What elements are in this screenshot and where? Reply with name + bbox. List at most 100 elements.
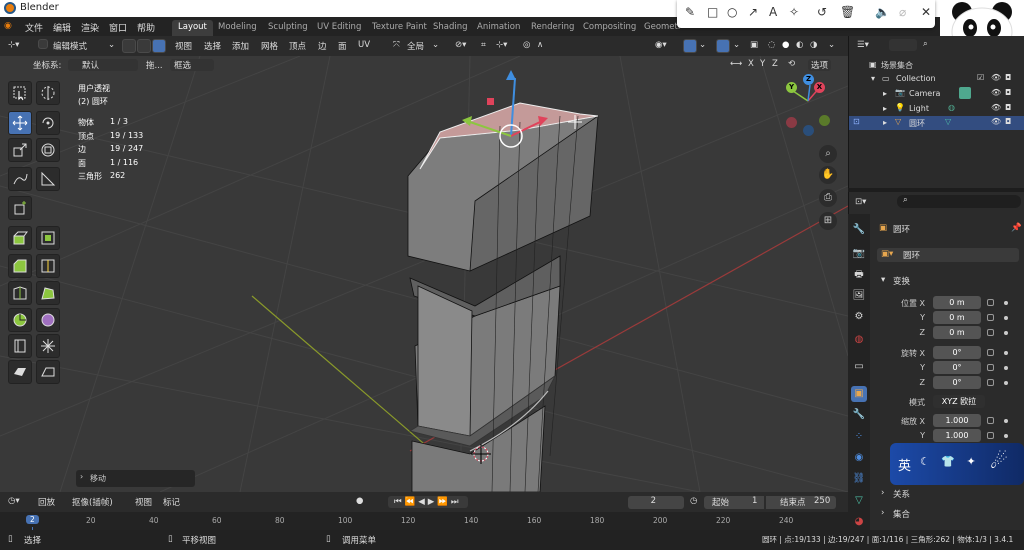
eye-icon[interactable]: 👁	[991, 117, 1001, 126]
transform-tool-icon[interactable]	[36, 138, 60, 162]
editor-type-icon[interactable]: ⊹▾	[8, 40, 19, 50]
modifier-tab-icon[interactable]: 🔧	[851, 407, 867, 423]
z-axis-ball[interactable]: Z	[803, 74, 814, 85]
disclosure-icon[interactable]: ▸	[883, 104, 887, 113]
collections-section-label[interactable]: 集合	[893, 508, 910, 520]
collections-chevron-icon[interactable]: ›	[881, 508, 884, 518]
face-select-icon[interactable]	[152, 39, 166, 53]
cursor-tool-icon[interactable]	[36, 81, 60, 105]
tab-sculpting[interactable]: Sculpting	[262, 20, 314, 36]
tool-tab-icon[interactable]: 🔧	[851, 222, 867, 238]
lock-icon[interactable]	[987, 432, 994, 439]
vertex-select-icon[interactable]	[122, 39, 136, 53]
tab-uv-editing[interactable]: UV Editing	[311, 20, 367, 36]
measure-tool-icon[interactable]	[36, 167, 60, 191]
neg-x-axis-ball[interactable]	[786, 117, 797, 128]
tab-shading[interactable]: Shading	[427, 20, 474, 36]
ortho-grid-icon[interactable]: ⊞	[819, 212, 837, 230]
pen-icon[interactable]: ✎	[685, 5, 695, 19]
world-tab-icon[interactable]: ◍	[851, 332, 867, 348]
falloff-icon[interactable]: ∧	[537, 40, 543, 50]
menu-vertex[interactable]: 顶点	[289, 40, 306, 52]
camera-view-icon[interactable]: ⎙	[819, 189, 837, 207]
render-tab-icon[interactable]: 📷	[851, 246, 867, 262]
disclosure-icon[interactable]: ▸	[883, 89, 887, 98]
outliner-editor-icon[interactable]: ☰▾	[857, 40, 869, 50]
end-frame-value[interactable]: 250	[814, 496, 830, 506]
keyframe-dot-icon[interactable]	[1004, 434, 1008, 438]
ime-tool-icons[interactable]: ☾ 👕 ✦	[920, 455, 980, 468]
smooth-tool-icon[interactable]	[36, 308, 60, 332]
menu-uv[interactable]: UV	[358, 40, 370, 50]
eye-icon[interactable]: 👁	[991, 103, 1001, 112]
spin-tool-icon[interactable]	[8, 308, 32, 332]
lock-icon[interactable]	[987, 314, 994, 321]
eye-icon[interactable]: 👁	[991, 88, 1001, 97]
camera-data-icon[interactable]	[959, 87, 971, 99]
knife-tool-icon[interactable]	[8, 281, 32, 305]
outliner-scene-collection[interactable]: ▣ 场景集合	[849, 58, 1024, 72]
mirror-z-toggle[interactable]: Z	[772, 59, 778, 69]
menu-edit[interactable]: 编辑	[53, 21, 71, 34]
ime-widget[interactable]: 英 ☾ 👕 ✦ ☄	[890, 443, 1024, 485]
data-tab-icon[interactable]: ▽	[851, 493, 867, 509]
overlay-chevron-icon[interactable]: ⌄	[733, 40, 740, 50]
snap-icon[interactable]: ⌗	[481, 40, 486, 50]
mesh-data-icon[interactable]: ▽	[945, 117, 951, 126]
trash-icon[interactable]: 🗑	[840, 5, 855, 19]
chevron-down-icon[interactable]: ⌄	[432, 40, 439, 50]
lock-icon[interactable]	[987, 329, 994, 336]
gizmo-toggle-icon[interactable]	[683, 39, 697, 53]
preview-range-icon[interactable]: ◷	[690, 496, 697, 506]
annotate-tool-icon[interactable]	[8, 167, 32, 191]
neg-z-axis-ball[interactable]	[803, 125, 814, 136]
menu-add[interactable]: 添加	[232, 40, 249, 52]
mirror-y-toggle[interactable]: Y	[760, 59, 765, 69]
add-cube-tool-icon[interactable]	[8, 196, 32, 220]
mic-off-icon[interactable]: ⌀	[899, 5, 906, 19]
select-mode-dropdown[interactable]: 框选	[170, 59, 214, 71]
particles-tab-icon[interactable]: ⁘	[851, 429, 867, 445]
scene-tab-icon[interactable]: ⚙	[851, 309, 867, 325]
solid-shading-icon[interactable]: ●	[782, 40, 789, 50]
ime-language-label[interactable]: 英	[898, 455, 911, 474]
relations-section-label[interactable]: 关系	[893, 488, 910, 500]
scale-tool-icon[interactable]	[8, 138, 32, 162]
inset-tool-icon[interactable]	[36, 226, 60, 250]
tab-layout[interactable]: Layout	[172, 20, 213, 36]
keyframe-dot-icon[interactable]	[1004, 351, 1008, 355]
snap-target-icon[interactable]: ⊹▾	[496, 40, 507, 50]
tab-rendering[interactable]: Rendering	[525, 20, 580, 36]
mode-chevron-icon[interactable]: ⌄	[108, 40, 115, 50]
text-icon[interactable]: A	[769, 5, 777, 19]
camera-render-icon[interactable]: ◘	[1005, 88, 1011, 97]
gizmo-chevron-icon[interactable]: ⌄	[699, 40, 706, 50]
keying-menu[interactable]: 抠像(插帧)	[72, 496, 113, 508]
menu-window[interactable]: 窗口	[109, 21, 127, 34]
record-icon[interactable]: ●	[356, 496, 363, 506]
overlay-toggle-icon[interactable]	[716, 39, 730, 53]
properties-search[interactable]: ⌕	[897, 195, 1021, 208]
rectangle-icon[interactable]: □	[707, 5, 718, 19]
menu-face[interactable]: 面	[338, 40, 347, 52]
y-axis-ball[interactable]: Y	[786, 82, 797, 93]
playback-controls[interactable]: ⏮⏪◀▶⏩⏭	[388, 496, 468, 508]
lock-icon[interactable]	[987, 417, 994, 424]
options-dropdown[interactable]: 选项	[808, 59, 832, 71]
relations-chevron-icon[interactable]: ›	[881, 488, 884, 498]
3d-viewport[interactable]: 用户透视 (2) 圆环 物体 1 / 3 顶点 19 / 133 边 19 / …	[0, 56, 848, 492]
circle-icon[interactable]: ○	[727, 5, 737, 19]
keyframe-dot-icon[interactable]	[1004, 316, 1008, 320]
tab-animation[interactable]: Animation	[471, 20, 526, 36]
shear-tool-icon[interactable]	[8, 360, 32, 384]
xray-icon[interactable]: ▣	[750, 40, 758, 50]
rotation-z-field[interactable]: 0°	[933, 376, 981, 389]
mode-dropdown[interactable]: 编辑模式	[53, 40, 87, 52]
transform-chevron-icon[interactable]: ▾	[881, 275, 885, 285]
current-frame-field[interactable]: 2	[628, 496, 684, 509]
tab-modeling[interactable]: Modeling	[212, 20, 263, 36]
object-name-field[interactable]: ▣▾ 圆环	[877, 248, 1019, 262]
edge-slide-tool-icon[interactable]	[8, 334, 32, 358]
neg-y-axis-ball[interactable]	[819, 115, 830, 126]
camera-render-icon[interactable]: ◘	[1005, 103, 1011, 112]
